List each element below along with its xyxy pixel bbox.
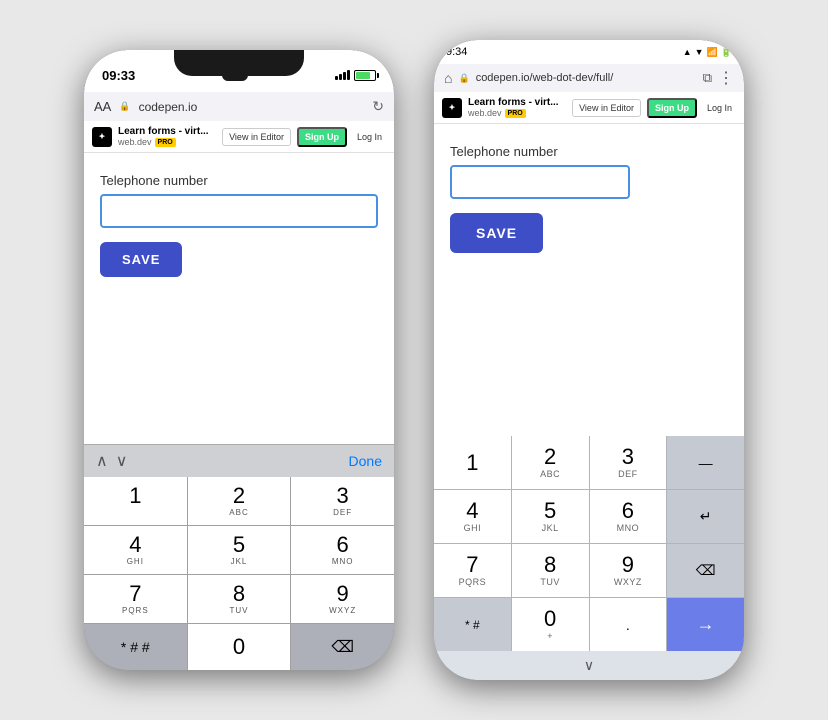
signup-button[interactable]: Sign Up <box>297 127 347 147</box>
key-7[interactable]: 7 PQRS <box>84 575 187 623</box>
reload-button[interactable]: ↻ <box>372 98 384 115</box>
ios-status-icons <box>335 70 376 81</box>
android-key-3[interactable]: 3 DEF <box>590 436 667 489</box>
android-time: 9:34 <box>446 46 467 58</box>
android-form-content: Telephone number SAVE <box>434 124 744 436</box>
form-content: Telephone number SAVE <box>84 153 394 444</box>
android-key-5[interactable]: 5 JKL <box>512 490 589 543</box>
signal-icon: 📶 <box>707 47 718 58</box>
url-display[interactable]: codepen.io <box>139 100 198 114</box>
key-2[interactable]: 2 ABC <box>188 477 291 525</box>
battery-icon <box>354 70 376 81</box>
android-page-title: Learn forms - virt... <box>468 97 566 108</box>
chevron-down-icon[interactable]: ∨ <box>584 657 594 674</box>
android-phone: 9:34 ▲ ▼ 📶 🔋 ⌂ 🔒 codepen.io/web-dot-dev/… <box>434 40 744 680</box>
android-key-9[interactable]: 9 WXYZ <box>590 544 667 597</box>
android-key-6[interactable]: 6 MNO <box>590 490 667 543</box>
android-key-next[interactable]: → <box>667 598 744 651</box>
android-key-8[interactable]: 8 TUV <box>512 544 589 597</box>
android-screen: 9:34 ▲ ▼ 📶 🔋 ⌂ 🔒 codepen.io/web-dot-dev/… <box>434 40 744 680</box>
android-title-area: Learn forms - virt... web.dev PRO <box>468 97 566 118</box>
key-0[interactable]: 0 <box>188 624 291 670</box>
key-delete[interactable]: ⌫ <box>291 624 394 670</box>
tabs-button[interactable]: ⧉ <box>703 70 712 86</box>
ios-keyboard: ∧ ∨ Done 1 2 ABC 3 DEF 4 <box>84 444 394 670</box>
key-5[interactable]: 5 JKL <box>188 526 291 574</box>
android-key-4[interactable]: 4 GHI <box>434 490 511 543</box>
android-signup-button[interactable]: Sign Up <box>647 98 697 118</box>
android-key-return[interactable]: ↵ <box>667 490 744 543</box>
lock-icon: 🔒 <box>119 101 130 112</box>
android-domain: web.dev PRO <box>468 108 566 118</box>
codepen-title-area: Learn forms - virt... web.dev PRO <box>118 126 216 147</box>
done-button[interactable]: Done <box>349 453 382 469</box>
android-key-1[interactable]: 1 <box>434 436 511 489</box>
android-keyboard: 1 2 ABC 3 DEF — 4 GHI 5 <box>434 436 744 680</box>
keyboard-nav: ∧ ∨ <box>96 451 127 471</box>
ios-keypad: 1 2 ABC 3 DEF 4 GHI 5 JKL <box>84 477 394 670</box>
nav-down-arrow[interactable]: ∨ <box>116 451 128 471</box>
wifi-down-icon: ▼ <box>695 47 704 57</box>
aa-button[interactable]: AA <box>94 99 111 114</box>
key-6[interactable]: 6 MNO <box>291 526 394 574</box>
android-telephone-input[interactable] <box>450 165 630 199</box>
pro-badge: PRO <box>155 138 176 147</box>
wifi-icon: ▲ <box>683 47 692 57</box>
key-9[interactable]: 9 WXYZ <box>291 575 394 623</box>
android-codepen-toolbar: ✦ Learn forms - virt... web.dev PRO View… <box>434 92 744 124</box>
keyboard-toolbar: ∧ ∨ Done <box>84 444 394 477</box>
ios-phone: 09:33 AA 🔒 codepen.io ↻ <box>84 50 394 670</box>
home-button[interactable]: ⌂ <box>444 70 452 86</box>
android-view-editor-button[interactable]: View in Editor <box>572 99 641 117</box>
android-save-button[interactable]: SAVE <box>450 213 543 253</box>
android-key-2[interactable]: 2 ABC <box>512 436 589 489</box>
ios-screen: 09:33 AA 🔒 codepen.io ↻ <box>84 50 394 670</box>
ios-time: 09:33 <box>102 68 135 83</box>
nav-up-arrow[interactable]: ∧ <box>96 451 108 471</box>
codepen-page-title: Learn forms - virt... <box>118 126 216 137</box>
android-key-7[interactable]: 7 PQRS <box>434 544 511 597</box>
codepen-logo: ✦ <box>92 127 112 147</box>
android-bottom-bar: ∨ <box>434 651 744 680</box>
android-keypad: 1 2 ABC 3 DEF — 4 GHI 5 <box>434 436 744 651</box>
android-key-delete[interactable]: ⌫ <box>667 544 744 597</box>
codepen-domain: web.dev PRO <box>118 137 216 147</box>
android-status-bar: 9:34 ▲ ▼ 📶 🔋 <box>434 40 744 64</box>
lock-icon: 🔒 <box>458 73 469 84</box>
login-button[interactable]: Log In <box>353 129 386 145</box>
android-url-display[interactable]: codepen.io/web-dot-dev/full/ <box>476 72 697 84</box>
key-8[interactable]: 8 TUV <box>188 575 291 623</box>
key-3[interactable]: 3 DEF <box>291 477 394 525</box>
view-in-editor-button[interactable]: View in Editor <box>222 128 291 146</box>
android-url-bar[interactable]: ⌂ 🔒 codepen.io/web-dot-dev/full/ ⧉ ⋮ <box>434 64 744 92</box>
android-key-0[interactable]: 0 + <box>512 598 589 651</box>
android-key-dash[interactable]: — <box>667 436 744 489</box>
android-key-symbols[interactable]: * # <box>434 598 511 651</box>
key-4[interactable]: 4 GHI <box>84 526 187 574</box>
battery-icon: 🔋 <box>721 47 732 58</box>
menu-button[interactable]: ⋮ <box>718 68 734 88</box>
notch <box>174 50 304 76</box>
codepen-toolbar: ✦ Learn forms - virt... web.dev PRO View… <box>84 121 394 153</box>
key-symbols[interactable]: * # # <box>84 624 187 670</box>
signal-icon <box>335 70 350 80</box>
ios-url-bar[interactable]: AA 🔒 codepen.io ↻ <box>84 92 394 121</box>
key-1[interactable]: 1 <box>84 477 187 525</box>
telephone-input[interactable] <box>100 194 378 228</box>
android-login-button[interactable]: Log In <box>703 100 736 116</box>
android-telephone-label: Telephone number <box>450 144 728 159</box>
android-status-icons: ▲ ▼ 📶 🔋 <box>683 47 732 58</box>
telephone-label: Telephone number <box>100 173 378 188</box>
android-codepen-logo: ✦ <box>442 98 462 118</box>
android-pro-badge: PRO <box>505 109 526 118</box>
android-key-period[interactable]: . <box>590 598 667 651</box>
save-button[interactable]: SAVE <box>100 242 182 277</box>
